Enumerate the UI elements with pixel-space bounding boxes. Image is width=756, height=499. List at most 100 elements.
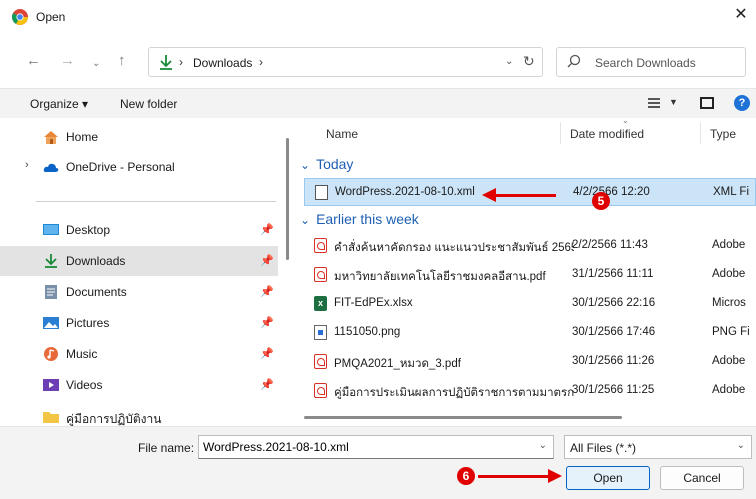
view-dropdown-icon[interactable]: ▼ <box>669 97 678 107</box>
file-row[interactable]: คำสั่งค้นหาคัดกรอง แนะแนวประชาสัมพันธ์ 2… <box>304 232 756 260</box>
nav-item-desktop[interactable]: Desktop 📌 <box>0 215 278 245</box>
path-dropdown-icon[interactable]: ⌄ <box>505 56 513 67</box>
preview-pane-icon[interactable] <box>700 97 714 109</box>
file-row[interactable]: คู่มือการประเมินผลการปฏิบัติราชการตามมาต… <box>304 377 756 405</box>
nav-item-label: OneDrive - Personal <box>66 160 175 174</box>
expand-chevron-icon[interactable]: › <box>25 159 29 171</box>
nav-item-label: คู่มือการปฏิบัติงาน <box>66 412 162 426</box>
file-name-field[interactable]: ⌄ <box>198 435 554 459</box>
refresh-icon[interactable]: ↻ <box>523 53 535 70</box>
file-type: PNG Fi <box>712 326 750 338</box>
nav-item-label: Desktop <box>66 223 111 237</box>
column-divider[interactable] <box>560 122 561 144</box>
title-bar: Open ✕ <box>0 0 756 34</box>
collapse-chevron-icon: ⌄ <box>300 213 311 227</box>
breadcrumb-separator-icon[interactable]: › <box>259 55 263 69</box>
nav-item-label: Documents <box>66 285 127 299</box>
pin-icon[interactable]: 📌 <box>260 223 274 236</box>
file-name: คู่มือการประเมินผลการปฏิบัติราชการตามมาต… <box>334 387 574 399</box>
command-bar: Organize ▾ New folder ▼ ? <box>0 88 756 118</box>
help-icon[interactable]: ? <box>734 95 750 111</box>
pin-icon[interactable]: 📌 <box>260 285 274 298</box>
pdf-file-icon <box>314 383 327 398</box>
breadcrumb-separator-icon: › <box>179 55 183 69</box>
file-row[interactable]: มหาวิทยาลัยเทคโนโลยีราชมงคลอีสาน.pdf 31/… <box>304 261 756 289</box>
annotation-arrowhead-5 <box>482 188 496 202</box>
file-type: XML Fi <box>713 186 749 198</box>
annotation-arrow-5 <box>494 194 556 197</box>
nav-item-label: Videos <box>66 378 103 392</box>
nav-item-home[interactable]: Home <box>0 122 278 152</box>
nav-scrollbar[interactable] <box>286 138 289 260</box>
pin-icon[interactable]: 📌 <box>260 316 274 329</box>
organize-button[interactable]: Organize ▾ <box>30 97 88 111</box>
open-button[interactable]: Open <box>566 466 650 490</box>
column-header-date[interactable]: Date modified <box>570 127 644 157</box>
forward-arrow-icon[interactable]: → <box>60 53 75 69</box>
file-type: Adobe <box>712 268 746 280</box>
nav-item-documents[interactable]: Documents 📌 <box>0 277 278 307</box>
column-header-type[interactable]: Type <box>710 127 736 157</box>
column-divider[interactable] <box>700 122 701 144</box>
column-header-name[interactable]: Name <box>326 127 358 157</box>
path-breadcrumb[interactable]: › Downloads › ⌄ ↻ <box>148 47 543 77</box>
navigation-pane: Home › OneDrive - Personal Desktop 📌 Dow… <box>0 118 290 426</box>
downloads-icon <box>45 254 57 268</box>
annotation-step-5: 5 <box>592 192 610 210</box>
search-placeholder: Search Downloads <box>595 56 696 70</box>
file-type: Adobe <box>712 355 746 367</box>
file-row[interactable]: 1151050.png 30/1/2566 17:46 PNG Fi <box>304 319 756 347</box>
close-icon[interactable]: ✕ <box>732 6 750 24</box>
file-name-input[interactable] <box>199 436 529 458</box>
recent-locations-chevron-icon[interactable]: ⌄ <box>92 56 100 72</box>
file-name: คำสั่งค้นหาคัดกรอง แนะแนวประชาสัมพันธ์ 2… <box>334 242 574 254</box>
file-type-select[interactable]: All Files (*.*) ⌄ <box>564 435 752 459</box>
pin-icon[interactable]: 📌 <box>260 254 274 267</box>
nav-item-label: Home <box>66 130 99 144</box>
annotation-arrow-6 <box>478 475 550 478</box>
pin-icon[interactable]: 📌 <box>260 347 274 360</box>
file-name-dropdown-icon[interactable]: ⌄ <box>539 440 547 451</box>
pin-icon[interactable]: 📌 <box>260 378 274 391</box>
file-type-value: All Files (*.*) <box>570 441 637 455</box>
nav-item-downloads[interactable]: Downloads 📌 <box>0 246 278 276</box>
music-icon <box>44 347 58 361</box>
onedrive-cloud-icon <box>43 163 59 172</box>
excel-file-icon: x <box>314 296 327 311</box>
nav-item-videos[interactable]: Videos 📌 <box>0 370 278 400</box>
horizontal-scrollbar[interactable] <box>304 416 622 419</box>
file-date: 31/1/2566 11:11 <box>572 268 654 280</box>
search-box[interactable]: Search Downloads <box>556 47 746 77</box>
group-header-earlier[interactable]: ⌄ Earlier this week <box>300 211 419 227</box>
file-date: 30/1/2566 22:16 <box>572 297 656 309</box>
file-name-label: File name: <box>138 441 195 455</box>
annotation-arrowhead-6 <box>548 469 562 483</box>
file-row[interactable]: PMQA2021_หมวด_3.pdf 30/1/2566 11:26 Adob… <box>304 348 756 376</box>
group-header-today[interactable]: ⌄ Today <box>300 156 353 172</box>
new-folder-button[interactable]: New folder <box>120 97 177 111</box>
back-arrow-icon[interactable]: ← <box>26 53 41 69</box>
breadcrumb-downloads[interactable]: Downloads <box>193 56 252 70</box>
nav-item-folder[interactable]: คู่มือการปฏิบัติงาน <box>0 402 278 426</box>
group-label: Today <box>316 156 354 172</box>
up-arrow-icon[interactable]: ↑ <box>118 53 126 69</box>
sort-caret-icon: ⌄ <box>622 118 629 125</box>
collapse-chevron-icon: ⌄ <box>300 158 311 172</box>
address-bar: ← → ⌄ ↑ › Downloads › ⌄ ↻ Search Downloa… <box>0 34 756 88</box>
downloads-icon <box>160 55 172 70</box>
group-label: Earlier this week <box>316 211 419 227</box>
nav-item-music[interactable]: Music 📌 <box>0 339 278 369</box>
file-date: 30/1/2566 11:25 <box>572 384 655 396</box>
file-row[interactable]: x FIT-EdPEx.xlsx 30/1/2566 22:16 Micros <box>304 290 756 318</box>
file-row-selected[interactable]: WordPress.2021-08-10.xml 4/2/2566 12:20 … <box>304 178 756 206</box>
view-options-icon[interactable] <box>647 96 661 110</box>
file-type: Adobe <box>712 384 746 396</box>
cancel-button[interactable]: Cancel <box>660 466 744 490</box>
nav-item-label: Music <box>66 347 98 361</box>
nav-item-pictures[interactable]: Pictures 📌 <box>0 308 278 338</box>
file-name: มหาวิทยาลัยเทคโนโลยีราชมงคลอีสาน.pdf <box>334 271 546 283</box>
file-name: WordPress.2021-08-10.xml <box>335 186 475 198</box>
file-name: FIT-EdPEx.xlsx <box>334 297 413 309</box>
nav-item-onedrive[interactable]: › OneDrive - Personal <box>0 152 278 182</box>
image-file-icon <box>314 325 327 340</box>
